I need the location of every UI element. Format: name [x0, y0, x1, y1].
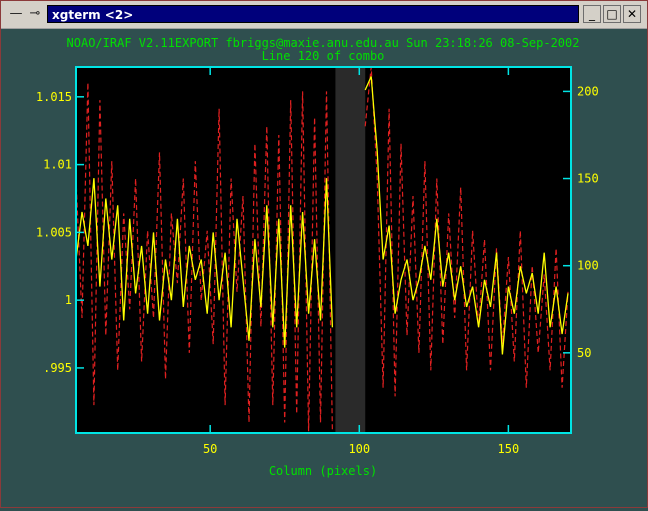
- y-tick-label-left: .995: [43, 361, 72, 375]
- title-bar[interactable]: — ⊸ xgterm <2> _ □ ✕: [1, 1, 647, 29]
- y-tick-label-right: 100: [577, 259, 599, 273]
- chart-title: Line 120 of combo: [262, 49, 385, 63]
- window-title: xgterm <2>: [47, 5, 579, 23]
- data-gap: [335, 67, 366, 433]
- x-tick-label: 50: [203, 442, 217, 456]
- maximize-icon: □: [606, 7, 618, 21]
- y-tick-label-left: 1.01: [43, 158, 72, 172]
- minimize-icon: _: [589, 7, 595, 21]
- y-tick-label-right: 200: [577, 84, 599, 98]
- maximize-button[interactable]: □: [603, 5, 621, 23]
- close-button[interactable]: ✕: [623, 5, 641, 23]
- x-tick-label: 150: [498, 442, 520, 456]
- close-icon: ✕: [626, 7, 638, 21]
- xgterm-window: — ⊸ xgterm <2> _ □ ✕ NOAO/IRAF V2.11EXPO…: [0, 0, 648, 508]
- y-tick-label-left: 1.005: [36, 225, 72, 239]
- spectrum-chart: NOAO/IRAF V2.11EXPORT fbriggs@maxie.anu.…: [36, 36, 599, 478]
- y-tick-label-left: 1: [65, 293, 72, 307]
- x-axis-label: Column (pixels): [269, 464, 377, 478]
- header-line1: NOAO/IRAF V2.11EXPORT fbriggs@maxie.anu.…: [67, 36, 580, 50]
- x-tick-label: 100: [348, 442, 370, 456]
- graphics-area[interactable]: NOAO/IRAF V2.11EXPORT fbriggs@maxie.anu.…: [1, 29, 647, 507]
- y-tick-label-left: 1.015: [36, 90, 72, 104]
- minimize-button[interactable]: _: [583, 5, 601, 23]
- y-tick-label-right: 150: [577, 172, 599, 186]
- y-tick-label-right: 50: [577, 346, 591, 360]
- pin-icon[interactable]: ⊸: [27, 5, 43, 23]
- window-menu-icon[interactable]: —: [7, 5, 25, 23]
